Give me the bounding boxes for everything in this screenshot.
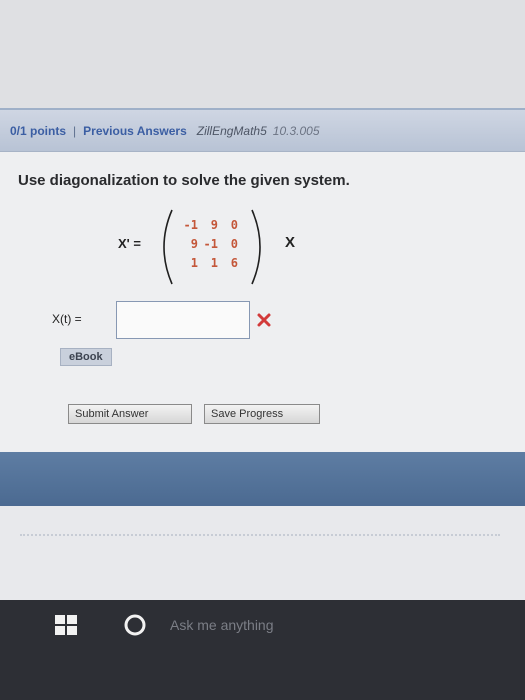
windows-taskbar: Ask me anything bbox=[0, 600, 525, 700]
windows-logo-icon[interactable] bbox=[55, 615, 77, 635]
question-area: Use diagonalization to solve the given s… bbox=[0, 152, 525, 452]
matrix-cell: 1 bbox=[210, 256, 218, 270]
matrix-cell: -1 bbox=[183, 218, 198, 232]
x-mark-icon bbox=[257, 313, 271, 327]
answer-input[interactable] bbox=[116, 301, 250, 339]
page-top-margin bbox=[0, 0, 525, 108]
question-prompt: Use diagonalization to solve the given s… bbox=[18, 172, 350, 189]
coefficient-matrix: -1 9 0 9 -1 0 1 1 6 bbox=[150, 206, 290, 288]
cortana-circle-icon[interactable] bbox=[122, 612, 148, 638]
save-progress-button[interactable]: Save Progress bbox=[204, 404, 320, 424]
ebook-button[interactable]: eBook bbox=[60, 348, 112, 366]
matrix-cell: 9 bbox=[210, 218, 218, 232]
previous-answers-link[interactable]: Previous Answers bbox=[83, 124, 187, 138]
lhs-label: X' = bbox=[118, 236, 141, 251]
course-section: 10.3.005 bbox=[272, 123, 320, 138]
matrix-cell: 6 bbox=[230, 256, 238, 270]
page-lower-area bbox=[0, 506, 525, 600]
submit-answer-button[interactable]: Submit Answer bbox=[68, 404, 192, 424]
matrix-cell: 9 bbox=[190, 237, 198, 251]
question-header-bar: 0/1 points | Previous Answers ZillEngMat… bbox=[0, 108, 525, 152]
matrix-cell: 0 bbox=[230, 237, 238, 251]
header-separator: | bbox=[73, 123, 77, 138]
answer-label: X(t) = bbox=[52, 312, 82, 326]
points-score: 0/1 points bbox=[10, 123, 67, 138]
matrix-cell: -1 bbox=[203, 237, 218, 251]
matrix-cell: 1 bbox=[190, 256, 198, 270]
dotted-divider bbox=[20, 534, 500, 538]
page-footer-band bbox=[0, 452, 525, 506]
rhs-variable: X bbox=[285, 234, 296, 251]
course-code: ZillEngMath5 bbox=[196, 123, 267, 138]
matrix-cell: 0 bbox=[230, 218, 238, 232]
matrix-entries: -1 9 0 9 -1 0 1 1 6 bbox=[178, 218, 238, 275]
taskbar-search-input[interactable]: Ask me anything bbox=[170, 617, 274, 633]
browser-screen: 0/1 points | Previous Answers ZillEngMat… bbox=[0, 0, 525, 600]
